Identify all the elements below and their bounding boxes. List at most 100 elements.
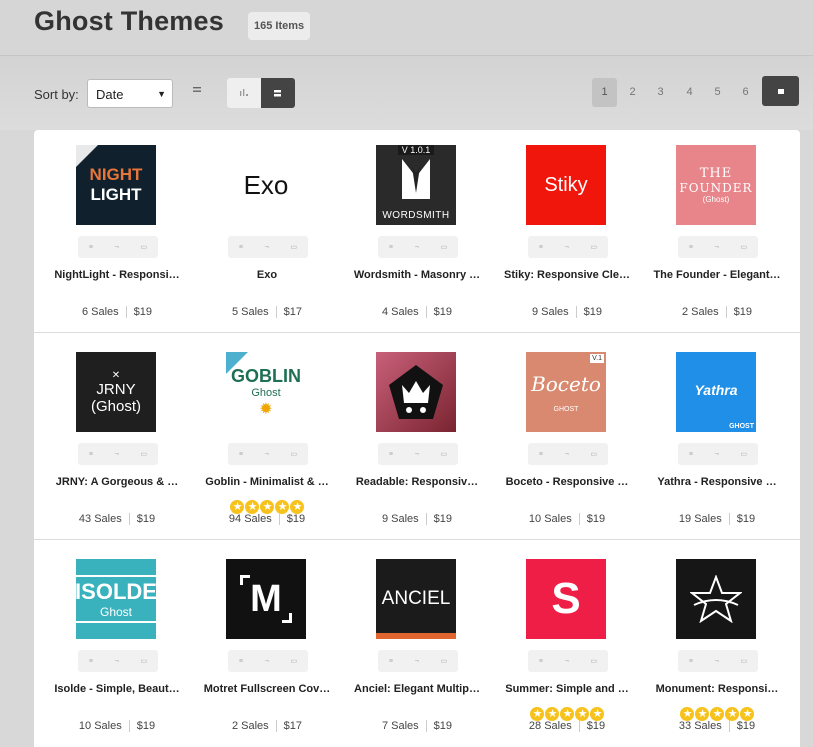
theme-thumbnail[interactable]	[676, 559, 756, 639]
preview-icon[interactable]: ≡	[539, 658, 543, 665]
theme-thumbnail[interactable]: V 1.0.1 WORDSMITH	[376, 145, 456, 225]
theme-card[interactable]: THE FOUNDER (Ghost) ≡ ¬ ▭ The Founder - El…	[642, 145, 792, 340]
theme-name[interactable]: The Founder - Elegant…	[642, 269, 792, 281]
theme-thumbnail[interactable]: ISOLDE Ghost	[76, 559, 156, 639]
theme-card[interactable]: Stiky ≡ ¬ ▭ Stiky: Responsive Cle… 9 Sal…	[492, 145, 642, 340]
theme-thumbnail[interactable]: M	[226, 559, 306, 639]
preview-icon[interactable]: ≡	[239, 451, 243, 458]
theme-card[interactable]: V.1 Boceto GHOST ≡ ¬ ▭ Boceto - Responsive…	[492, 352, 642, 547]
bookmark-icon[interactable]: ¬	[415, 658, 419, 665]
theme-name[interactable]: Motret Fullscreen Cov…	[192, 683, 342, 695]
cart-icon[interactable]: ▭	[290, 450, 297, 458]
theme-name[interactable]: Boceto - Responsive …	[492, 476, 642, 488]
cart-icon[interactable]: ▭	[140, 657, 147, 665]
bookmark-icon[interactable]: ¬	[115, 658, 119, 665]
bookmark-icon[interactable]: ¬	[115, 244, 119, 251]
theme-name[interactable]: Wordsmith - Masonry …	[342, 269, 492, 281]
sort-select[interactable]: Date ▼	[87, 79, 173, 108]
theme-card[interactable]: Exo ≡ ¬ ▭ Exo 5 Sales $17	[192, 145, 342, 340]
preview-icon[interactable]: ≡	[689, 658, 693, 665]
list-view-icon[interactable]	[227, 78, 261, 108]
bookmark-icon[interactable]: ¬	[565, 658, 569, 665]
theme-card[interactable]: S ≡ ¬ ▭ Summer: Simple and … ★ ★ ★ ★ ★ 28 Sa…	[492, 559, 642, 747]
cart-icon[interactable]: ▭	[590, 243, 597, 251]
bookmark-icon[interactable]: ¬	[715, 658, 719, 665]
preview-icon[interactable]: ≡	[89, 658, 93, 665]
theme-card[interactable]: ≡ ¬ ▭ Monument: Responsi… ★ ★ ★ ★ ★ 33 Sales…	[642, 559, 792, 747]
theme-card[interactable]: ANCIEL ≡ ¬ ▭ Anciel: Elegant Multip… 7 S…	[342, 559, 492, 747]
filter-icon[interactable]	[193, 86, 203, 96]
bookmark-icon[interactable]: ¬	[715, 244, 719, 251]
bookmark-icon[interactable]: ¬	[265, 658, 269, 665]
cart-icon[interactable]: ▭	[140, 243, 147, 251]
cart-icon[interactable]: ▭	[440, 243, 447, 251]
cart-icon[interactable]: ▭	[290, 243, 297, 251]
cart-icon[interactable]: ▭	[440, 450, 447, 458]
bookmark-icon[interactable]: ¬	[265, 451, 269, 458]
theme-name[interactable]: Exo	[192, 269, 342, 281]
cart-icon[interactable]: ▭	[740, 450, 747, 458]
theme-name[interactable]: Readable: Responsiv…	[342, 476, 492, 488]
theme-name[interactable]: Isolde - Simple, Beaut…	[42, 683, 192, 695]
cart-icon[interactable]: ▭	[440, 657, 447, 665]
theme-name[interactable]: Anciel: Elegant Multip…	[342, 683, 492, 695]
bookmark-icon[interactable]: ¬	[565, 451, 569, 458]
cart-icon[interactable]: ▭	[740, 657, 747, 665]
theme-thumbnail[interactable]: S	[526, 559, 606, 639]
page-link-2[interactable]: 2	[620, 78, 645, 107]
bookmark-icon[interactable]: ¬	[415, 244, 419, 251]
bookmark-icon[interactable]: ¬	[265, 244, 269, 251]
page-link-5[interactable]: 5	[705, 78, 730, 107]
theme-thumbnail[interactable]	[376, 352, 456, 432]
preview-icon[interactable]: ≡	[689, 451, 693, 458]
preview-icon[interactable]: ≡	[689, 244, 693, 251]
bookmark-icon[interactable]: ¬	[415, 451, 419, 458]
theme-name[interactable]: Stiky: Responsive Cle…	[492, 269, 642, 281]
theme-thumbnail[interactable]: ANCIEL	[376, 559, 456, 639]
theme-name[interactable]: Yathra - Responsive …	[642, 476, 792, 488]
theme-thumbnail[interactable]: ✕ JRNY (Ghost)	[76, 352, 156, 432]
page-link-4[interactable]: 4	[677, 78, 702, 107]
theme-name[interactable]: Summer: Simple and …	[492, 683, 642, 695]
theme-card[interactable]: ISOLDE Ghost ≡ ¬ ▭ Isolde - Simple, Beaut…	[42, 559, 192, 747]
bookmark-icon[interactable]: ¬	[565, 244, 569, 251]
preview-icon[interactable]: ≡	[389, 451, 393, 458]
cart-icon[interactable]: ▭	[290, 657, 297, 665]
theme-thumbnail[interactable]: Stiky	[526, 145, 606, 225]
preview-icon[interactable]: ≡	[539, 244, 543, 251]
theme-thumbnail[interactable]: THE FOUNDER (Ghost)	[676, 145, 756, 225]
theme-name[interactable]: NightLight - Responsi…	[42, 269, 192, 281]
cart-icon[interactable]: ▭	[140, 450, 147, 458]
theme-thumbnail[interactable]: NIGHT LIGHT	[76, 145, 156, 225]
theme-thumbnail[interactable]: Yathra GHOST	[676, 352, 756, 432]
theme-thumbnail[interactable]: GOBLIN Ghost ✹	[226, 352, 306, 432]
theme-card[interactable]: GOBLIN Ghost ✹ ≡ ¬ ▭ Goblin - Minimalist &…	[192, 352, 342, 547]
preview-icon[interactable]: ≡	[239, 244, 243, 251]
theme-card[interactable]: V 1.0.1 WORDSMITH ≡ ¬ ▭ Wordsmith - Maso…	[342, 145, 492, 340]
cart-icon[interactable]: ▭	[590, 657, 597, 665]
theme-card[interactable]: Yathra GHOST ≡ ¬ ▭ Yathra - Responsive … …	[642, 352, 792, 547]
theme-card[interactable]: ≡ ¬ ▭ Readable: Responsiv… 9 Sales $19	[342, 352, 492, 547]
preview-icon[interactable]: ≡	[389, 658, 393, 665]
page-link-3[interactable]: 3	[648, 78, 673, 107]
theme-name[interactable]: Monument: Responsi…	[642, 683, 792, 695]
theme-card[interactable]: NIGHT LIGHT ≡ ¬ ▭ NightLight - Responsi… …	[42, 145, 192, 340]
bookmark-icon[interactable]: ¬	[115, 451, 119, 458]
theme-name[interactable]: JRNY: A Gorgeous & …	[42, 476, 192, 488]
preview-icon[interactable]: ≡	[89, 451, 93, 458]
page-link-6[interactable]: 6	[733, 78, 758, 107]
cart-icon[interactable]: ▭	[740, 243, 747, 251]
theme-card[interactable]: ✕ JRNY (Ghost) ≡ ¬ ▭ JRNY: A Gorgeous & … …	[42, 352, 192, 547]
cart-icon[interactable]: ▭	[590, 450, 597, 458]
theme-card[interactable]: M ≡ ¬ ▭ Motret Fullscreen Cov… 2 Sales $1…	[192, 559, 342, 747]
page-link-1[interactable]: 1	[592, 78, 617, 107]
next-page-button[interactable]	[762, 76, 799, 106]
bookmark-icon[interactable]: ¬	[715, 451, 719, 458]
theme-thumbnail[interactable]: Exo	[226, 145, 306, 225]
preview-icon[interactable]: ≡	[389, 244, 393, 251]
preview-icon[interactable]: ≡	[239, 658, 243, 665]
theme-name[interactable]: Goblin - Minimalist & …	[192, 476, 342, 488]
preview-icon[interactable]: ≡	[539, 451, 543, 458]
theme-thumbnail[interactable]: V.1 Boceto GHOST	[526, 352, 606, 432]
grid-view-icon[interactable]	[261, 78, 295, 108]
